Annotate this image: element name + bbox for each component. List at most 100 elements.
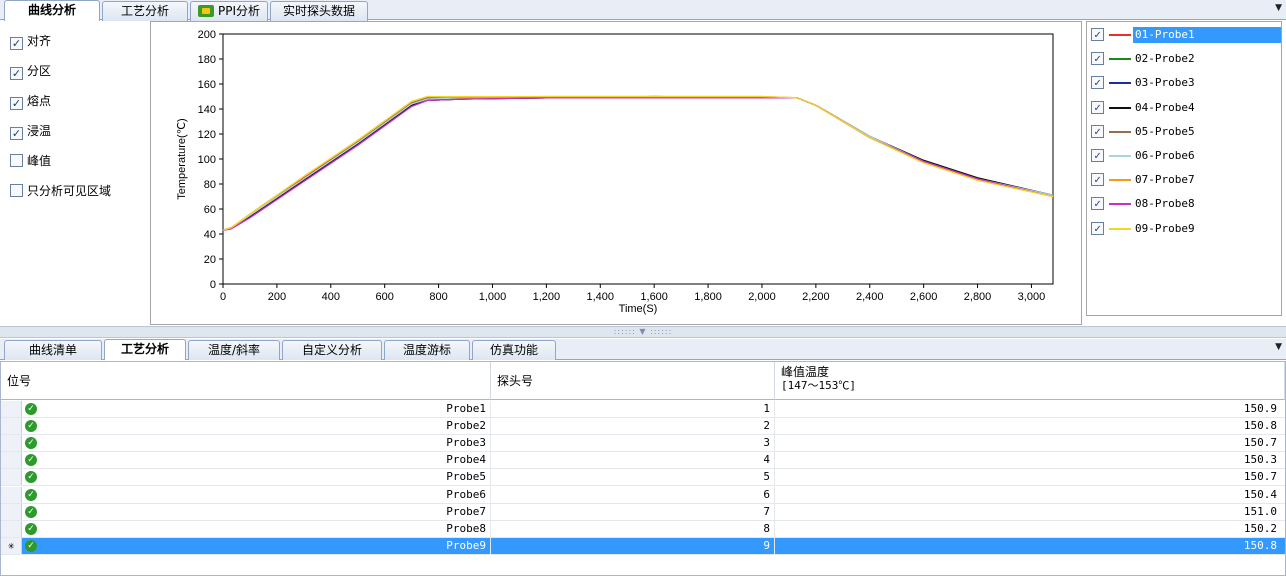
- legend-checkbox[interactable]: ✓: [1091, 28, 1104, 41]
- legend-checkbox[interactable]: ✓: [1091, 100, 1104, 114]
- legend-checkbox[interactable]: ✓: [1091, 173, 1104, 187]
- splitter-grip-icon[interactable]: :::::: ▼ ::::::: [607, 328, 679, 336]
- table-row[interactable]: ✓ Probe6 6 150.4: [1, 486, 1285, 504]
- option-soak[interactable]: ✓ 浸温: [10, 123, 51, 140]
- process-analysis-table: 位号 探头号 峰值温度 [147～153℃] ✓ Probe1 1 150.9 ✓ Prob…: [0, 361, 1286, 576]
- cell-probe-no[interactable]: 7: [491, 503, 775, 520]
- tab-simulation[interactable]: 仿真功能: [472, 340, 556, 360]
- table-row[interactable]: ✓ Probe8 8 150.2: [1, 520, 1285, 538]
- legend-item[interactable]: ✓ 06-Probe6: [1091, 145, 1281, 167]
- table-row[interactable]: ✓ Probe4 4 150.3: [1, 452, 1285, 470]
- legend-checkbox[interactable]: ✓: [1091, 197, 1104, 211]
- legend-item[interactable]: ✓ 07-Probe7: [1091, 169, 1281, 191]
- cell-position[interactable]: Probe8: [39, 520, 491, 537]
- option-checkbox[interactable]: ✓: [10, 97, 23, 110]
- legend-item[interactable]: ✓ 05-Probe5: [1091, 121, 1281, 143]
- row-header[interactable]: [1, 486, 22, 503]
- cell-probe-no[interactable]: 6: [491, 486, 775, 503]
- cell-probe-no[interactable]: 9: [491, 537, 775, 554]
- row-header[interactable]: [1, 401, 22, 417]
- cell-position[interactable]: Probe1: [39, 401, 491, 417]
- row-header[interactable]: ✳: [1, 537, 22, 554]
- cell-probe-no[interactable]: 8: [491, 520, 775, 537]
- table-row[interactable]: ✓ Probe3 3 150.7: [1, 435, 1285, 453]
- row-header[interactable]: [1, 469, 22, 486]
- panel-splitter[interactable]: :::::: ▼ ::::::: [0, 326, 1286, 338]
- legend-item[interactable]: ✓ 04-Probe4: [1091, 97, 1281, 119]
- legend-checkbox[interactable]: ✓: [1091, 149, 1104, 162]
- cell-position[interactable]: Probe6: [39, 486, 491, 503]
- legend-item[interactable]: ✓ 03-Probe3: [1091, 72, 1281, 94]
- legend-checkbox[interactable]: ✓: [1091, 124, 1104, 138]
- option-checkbox[interactable]: ✓: [10, 127, 23, 140]
- tab-process-analysis-bottom[interactable]: 工艺分析: [104, 339, 186, 360]
- table-row[interactable]: ✓ Probe7 7 151.0: [1, 503, 1285, 521]
- cell-position[interactable]: Probe3: [39, 435, 491, 452]
- option-zone[interactable]: ✓ 分区: [10, 63, 51, 80]
- option-checkbox[interactable]: ✓: [10, 37, 23, 50]
- chevron-down-icon[interactable]: ▼: [1275, 342, 1282, 352]
- cell-peak-temp[interactable]: 150.7: [775, 469, 1281, 485]
- cell-probe-no[interactable]: 5: [491, 469, 775, 486]
- row-header[interactable]: [1, 503, 22, 520]
- column-header-position[interactable]: 位号: [1, 362, 491, 400]
- row-header[interactable]: [1, 435, 22, 452]
- tab-temperature-slope[interactable]: 温度/斜率: [188, 340, 280, 360]
- legend-checkbox[interactable]: ✓: [1091, 76, 1104, 90]
- option-peak[interactable]: 峰值: [10, 153, 51, 169]
- cell-peak-temp[interactable]: 150.9: [775, 401, 1281, 417]
- tab-process-analysis[interactable]: 工艺分析: [102, 1, 188, 21]
- cell-peak-temp[interactable]: 150.2: [775, 521, 1281, 537]
- cell-peak-temp[interactable]: 150.3: [775, 452, 1281, 468]
- chevron-down-icon[interactable]: ▼: [1275, 3, 1282, 13]
- legend-item[interactable]: ✓ 09-Probe9: [1091, 218, 1281, 240]
- cell-peak-temp[interactable]: 151.0: [775, 504, 1281, 520]
- temperature-chart-panel[interactable]: 0 20 40 60 80 100 120 140 160 180 200 0 200 400 600 800…: [150, 21, 1082, 325]
- tab-ppi-analysis[interactable]: PPI分析: [190, 1, 268, 21]
- option-visible-area-only[interactable]: 只分析可见区域: [10, 183, 111, 199]
- cell-position[interactable]: Probe7: [39, 503, 491, 520]
- column-header-probe-no[interactable]: 探头号: [491, 362, 775, 400]
- row-header[interactable]: [1, 520, 22, 537]
- cell-probe-no[interactable]: 4: [491, 452, 775, 469]
- tab-realtime-probe-data[interactable]: 实时探头数据: [270, 1, 368, 21]
- legend-item[interactable]: ✓ 02-Probe2: [1091, 48, 1281, 70]
- tab-custom-analysis[interactable]: 自定义分析: [282, 340, 382, 360]
- option-checkbox[interactable]: ✓: [10, 67, 23, 80]
- cell-peak-temp[interactable]: 150.4: [775, 487, 1281, 503]
- column-header-peak-temp[interactable]: 峰值温度 [147～153℃]: [775, 362, 1285, 400]
- table-row[interactable]: ✳ ✓ Probe9 9 150.8: [1, 537, 1285, 555]
- legend-label: 06-Probe6: [1135, 149, 1195, 162]
- tab-curve-list[interactable]: 曲线清单: [4, 340, 102, 360]
- cell-peak-temp[interactable]: 150.7: [775, 435, 1281, 451]
- option-align[interactable]: ✓ 对齐: [10, 33, 51, 50]
- tab-curve-analysis[interactable]: 曲线分析: [4, 0, 100, 21]
- option-checkbox[interactable]: [10, 154, 23, 167]
- legend-label: 05-Probe5: [1135, 124, 1195, 138]
- tab-temperature-cursor[interactable]: 温度游标: [384, 340, 470, 360]
- status-ok-icon: ✓: [25, 488, 37, 501]
- legend-item[interactable]: ✓ 08-Probe8: [1091, 193, 1281, 215]
- table-row[interactable]: ✓ Probe1 1 150.9: [1, 401, 1285, 418]
- option-checkbox[interactable]: [10, 184, 23, 197]
- row-header[interactable]: [1, 418, 22, 435]
- table-row[interactable]: ✓ Probe2 2 150.8: [1, 418, 1285, 436]
- legend-item[interactable]: ✓ 01-Probe1: [1091, 24, 1281, 46]
- table-row[interactable]: ✓ Probe5 5 150.7: [1, 469, 1285, 487]
- cell-position[interactable]: Probe4: [39, 452, 491, 469]
- cell-probe-no[interactable]: 1: [491, 401, 775, 417]
- cell-peak-temp[interactable]: 150.8: [775, 538, 1281, 554]
- legend-checkbox[interactable]: ✓: [1091, 52, 1104, 66]
- cell-probe-no[interactable]: 3: [491, 435, 775, 452]
- status-ok-icon: ✓: [25, 420, 37, 433]
- cell-position[interactable]: Probe9: [39, 537, 491, 554]
- legend-checkbox[interactable]: ✓: [1091, 221, 1104, 235]
- x-tick-label: 200: [268, 291, 286, 303]
- option-melting-point[interactable]: ✓ 熔点: [10, 93, 51, 110]
- cell-probe-no[interactable]: 2: [491, 418, 775, 435]
- cell-position[interactable]: Probe5: [39, 469, 491, 486]
- cell-position[interactable]: Probe2: [39, 418, 491, 435]
- cell-peak-temp[interactable]: 150.8: [775, 418, 1281, 434]
- temperature-chart[interactable]: 0 20 40 60 80 100 120 140 160 180 200 0 200 400 600 800…: [151, 22, 1081, 324]
- row-header[interactable]: [1, 452, 22, 469]
